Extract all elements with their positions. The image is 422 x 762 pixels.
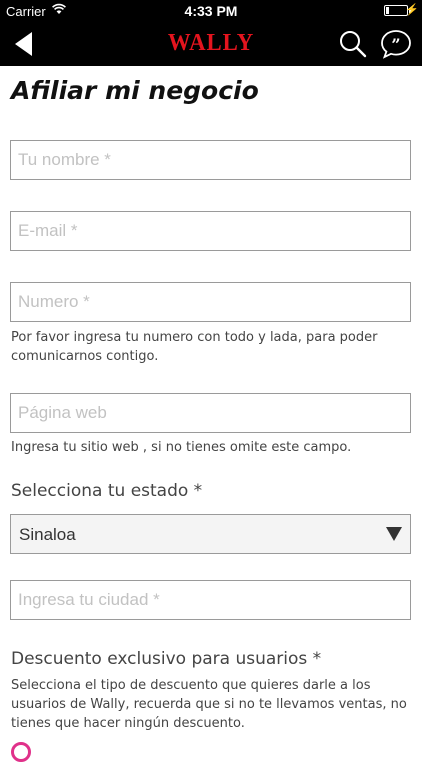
- state-select[interactable]: Sinaloa: [10, 514, 411, 554]
- page-title: Afiliar mi negocio: [11, 76, 259, 105]
- quote-chat-icon[interactable]: ”: [380, 29, 412, 59]
- website-hint: Ingresa tu sitio web , si no tienes omit…: [11, 440, 352, 455]
- svg-text:”: ”: [391, 35, 400, 54]
- charging-icon: ⚡: [405, 4, 419, 16]
- status-bar: Carrier 4:33 PM ⚡: [0, 0, 422, 22]
- discount-hint: Selecciona el tipo de descuento que quie…: [11, 678, 407, 731]
- search-icon[interactable]: [339, 30, 367, 58]
- clock: 4:33 PM: [184, 3, 238, 19]
- website-input[interactable]: [10, 393, 411, 433]
- state-label: Selecciona tu estado *: [11, 481, 203, 501]
- city-input[interactable]: [10, 580, 411, 620]
- discount-radio[interactable]: [11, 742, 31, 762]
- nav-bar: WALLY ”: [0, 22, 422, 66]
- dropdown-arrow-icon: [386, 527, 402, 541]
- phone-input[interactable]: [10, 282, 411, 322]
- name-input[interactable]: [10, 140, 411, 180]
- phone-hint: Por favor ingresa tu numero con todo y l…: [11, 330, 378, 364]
- email-input[interactable]: [10, 211, 411, 251]
- state-value: Sinaloa: [19, 525, 76, 544]
- discount-label: Descuento exclusivo para usuarios *: [11, 649, 322, 669]
